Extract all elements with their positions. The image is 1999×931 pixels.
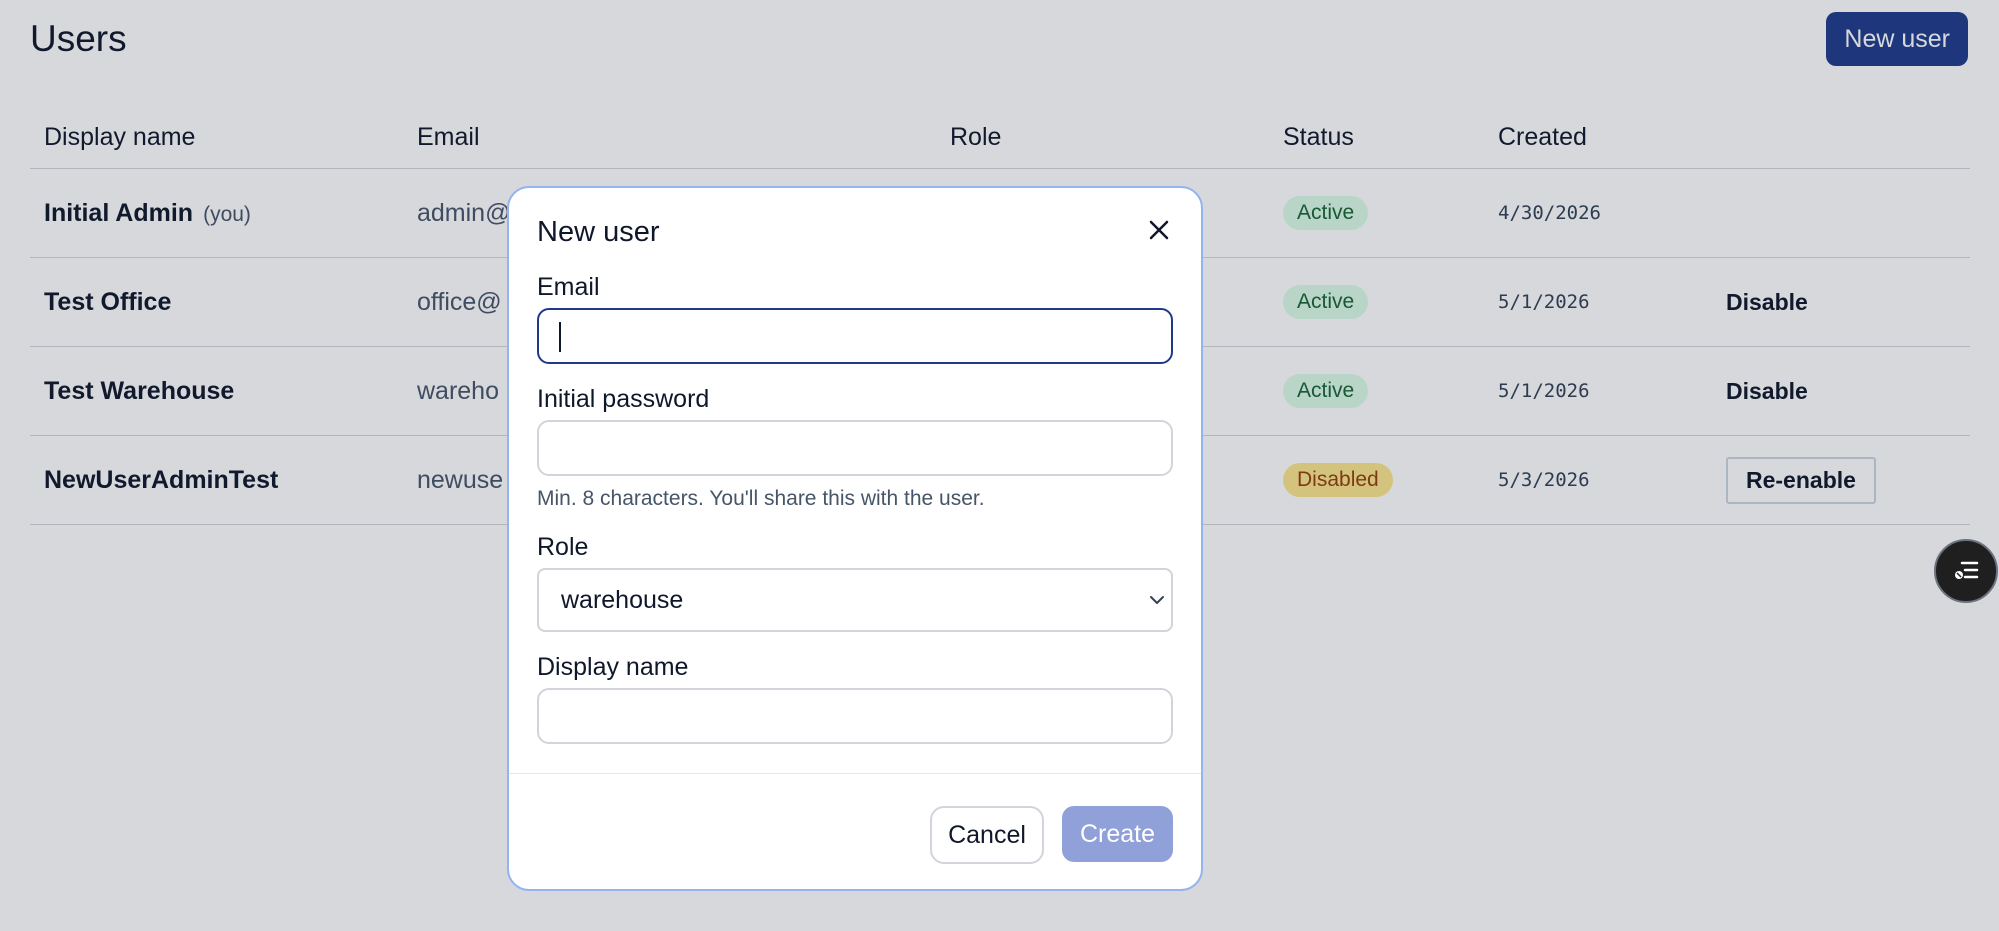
email-label: Email <box>537 273 600 301</box>
create-button[interactable]: Create <box>1062 806 1173 862</box>
close-icon <box>1149 220 1169 240</box>
password-field[interactable] <box>537 420 1173 476</box>
close-button[interactable] <box>1143 214 1175 246</box>
role-select[interactable]: warehouse <box>537 568 1173 632</box>
display-name-field[interactable] <box>537 688 1173 744</box>
chevron-down-icon <box>1150 596 1164 604</box>
dialog-title: New user <box>537 216 660 248</box>
text-caret <box>559 322 561 352</box>
role-select-value: warehouse <box>561 585 684 614</box>
floating-menu-button[interactable] <box>1934 539 1998 603</box>
password-hint: Min. 8 characters. You'll share this wit… <box>537 487 985 510</box>
dialog-divider <box>509 773 1201 774</box>
password-label: Initial password <box>537 385 710 413</box>
role-label: Role <box>537 533 589 561</box>
cancel-button[interactable]: Cancel <box>930 806 1044 864</box>
new-user-dialog: New user Email Initial password Min. 8 c… <box>507 186 1203 891</box>
email-field[interactable] <box>537 308 1173 364</box>
list-menu-icon <box>1955 561 1979 579</box>
display-name-label: Display name <box>537 653 689 681</box>
